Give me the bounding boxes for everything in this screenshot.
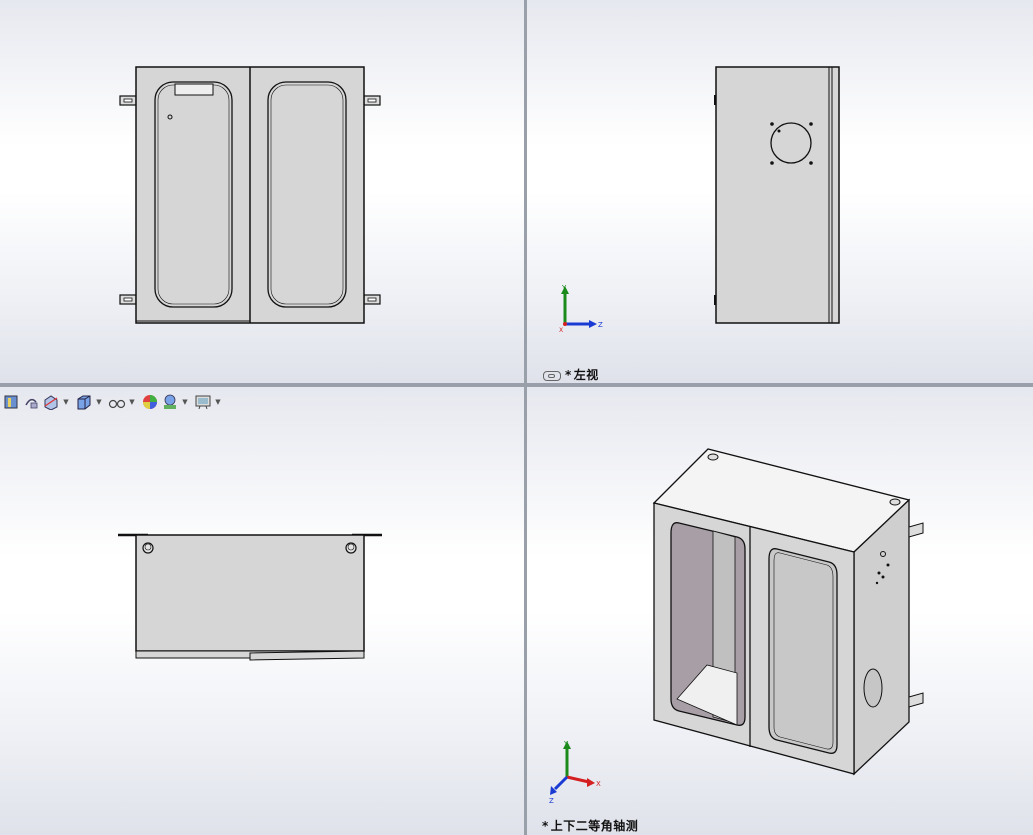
iso-cable-hole <box>863 668 883 708</box>
chevron-down-icon[interactable]: ▼ <box>128 393 136 411</box>
chevron-down-icon[interactable]: ▼ <box>214 393 222 411</box>
side-panel <box>715 66 840 324</box>
iso-mounting-tab <box>908 522 924 538</box>
top-hole <box>345 542 357 554</box>
viewport-splitter-horizontal[interactable] <box>0 383 1033 387</box>
x-label: X <box>559 327 563 334</box>
x-axis <box>563 322 567 326</box>
iso-screw-hole <box>881 575 885 579</box>
view-orientation-icon[interactable] <box>75 393 93 411</box>
y-label: Y <box>563 740 569 748</box>
screw-hole <box>777 129 781 133</box>
zoom-to-fit-icon[interactable] <box>2 393 20 411</box>
mounting-slot <box>367 98 377 103</box>
top-view-model[interactable] <box>0 387 524 835</box>
appearance-icon[interactable] <box>141 393 159 411</box>
mounting-slot <box>123 98 133 103</box>
isometric-viewport[interactable]: Y X Z * 上下二等角轴测 <box>527 387 1033 835</box>
top-viewport[interactable]: ▼ ▼ ▼ ▼ ▼ <box>0 387 524 835</box>
screw-hole <box>770 122 774 126</box>
x-arrow <box>587 778 595 787</box>
iso-top-hole <box>889 498 901 506</box>
screw-hole <box>809 161 813 165</box>
x-axis <box>566 775 590 784</box>
hinge <box>714 295 716 305</box>
chevron-down-icon[interactable]: ▼ <box>62 393 70 411</box>
right-window <box>267 81 347 308</box>
screw-hole <box>809 122 813 126</box>
iso-screw-hole <box>875 581 879 585</box>
view-settings-icon[interactable] <box>194 393 212 411</box>
y-label: Y <box>561 284 567 292</box>
z-arrow <box>589 320 597 328</box>
scene-icon[interactable] <box>161 393 179 411</box>
previous-view-icon[interactable] <box>22 393 40 411</box>
x-label: X <box>596 780 601 788</box>
mounting-slot <box>123 297 133 302</box>
left-window <box>154 81 233 308</box>
front-viewport[interactable] <box>0 0 524 383</box>
iso-mounting-tab <box>908 692 924 708</box>
chevron-down-icon[interactable]: ▼ <box>181 393 189 411</box>
mounting-slot <box>367 297 377 302</box>
section-view-icon[interactable] <box>42 393 60 411</box>
door-open-edge <box>249 650 365 661</box>
iso-top-hole <box>707 453 719 461</box>
iso-axis-triad: Y X Z <box>549 740 601 805</box>
view-name-label: * 上下二等角轴测 <box>542 819 639 833</box>
front-view-model[interactable] <box>0 0 524 383</box>
link-view-icon[interactable] <box>543 370 561 381</box>
screw-hole <box>770 161 774 165</box>
iso-right-window <box>768 548 838 754</box>
display-style-icon[interactable] <box>108 393 126 411</box>
chevron-down-icon[interactable]: ▼ <box>95 393 103 411</box>
hinge <box>714 95 716 105</box>
cable-hole <box>770 122 812 164</box>
z-label: Z <box>598 321 603 329</box>
iso-screw-hole <box>877 571 881 575</box>
z-label: Z <box>549 797 554 805</box>
viewport-splitter-vertical[interactable] <box>524 0 527 835</box>
iso-screw-hole <box>886 563 890 567</box>
left-viewport[interactable]: Y Z X * 左视 <box>527 0 1033 383</box>
handle-plate <box>174 83 214 96</box>
top-panel <box>135 534 365 652</box>
view-name-label: * 左视 <box>543 366 599 383</box>
top-hole <box>142 542 154 554</box>
z-axis <box>553 775 569 791</box>
axis-triad: Y Z X <box>559 284 603 334</box>
view-heads-up-toolbar: ▼ ▼ ▼ ▼ ▼ <box>2 393 225 411</box>
